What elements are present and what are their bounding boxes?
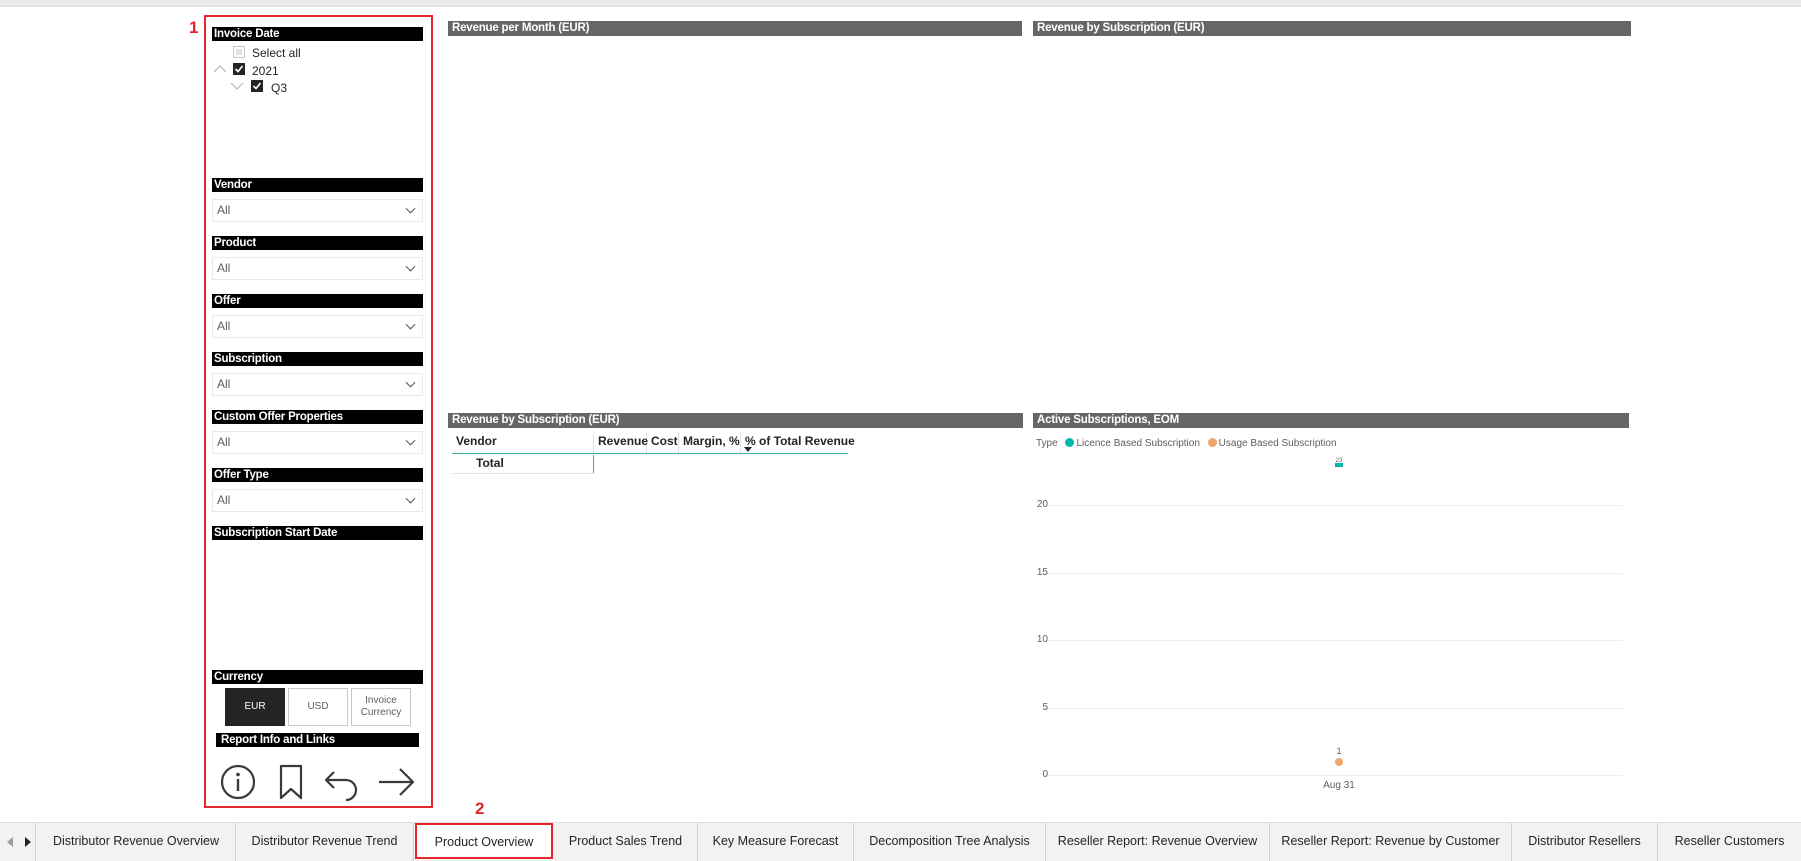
forward-icon[interactable]	[376, 762, 416, 802]
chevron-down-icon	[405, 265, 416, 272]
subscription-dropdown[interactable]: All	[212, 373, 423, 396]
chevron-down-icon	[405, 497, 416, 504]
column-header-vendor[interactable]: Vendor	[452, 431, 594, 453]
chart-legend: Type Licence Based Subscription Usage Ba…	[1036, 438, 1337, 449]
tab-reseller-customers[interactable]: Reseller Customers	[1658, 823, 1801, 861]
year-2021-label[interactable]: 2021	[252, 64, 279, 78]
total-row-label: Total	[476, 456, 504, 470]
total-row-divider	[593, 455, 594, 473]
info-icon[interactable]	[218, 762, 258, 802]
product-header: Product	[212, 236, 423, 250]
currency-eur-button[interactable]: EUR	[225, 688, 285, 726]
y-tick-label: 10	[1036, 634, 1048, 645]
product-value: All	[217, 261, 231, 275]
tab-scroll-right-icon[interactable]	[23, 836, 33, 848]
currency-usd-button[interactable]: USD	[288, 688, 348, 726]
tab-reseller-revenue-by-customer[interactable]: Reseller Report: Revenue by Customer	[1270, 823, 1512, 861]
tab-scroll-left-icon[interactable]	[5, 836, 15, 848]
offer-header: Offer	[212, 294, 423, 308]
subscription-start-date-header: Subscription Start Date	[212, 526, 423, 540]
y-tick-label: 15	[1036, 566, 1048, 578]
legend-item-licence[interactable]: Licence Based Subscription	[1076, 438, 1199, 449]
custom-offer-properties-value: All	[217, 435, 231, 449]
tab-decomposition-tree-analysis[interactable]: Decomposition Tree Analysis	[854, 823, 1046, 861]
tab-distributor-revenue-overview[interactable]: Distributor Revenue Overview	[37, 823, 236, 861]
tab-key-measure-forecast[interactable]: Key Measure Forecast	[698, 823, 854, 861]
offer-type-dropdown[interactable]: All	[212, 489, 423, 512]
revenue-by-subscription-header: Revenue by Subscription (EUR)	[1033, 21, 1631, 36]
callout-2: 2	[475, 799, 485, 818]
data-label-usage: 1	[1336, 745, 1342, 756]
q3-checkbox[interactable]	[251, 80, 263, 92]
data-label-licence: 23	[1335, 457, 1343, 464]
y-tick-label: 0	[1042, 769, 1048, 780]
column-header-revenue[interactable]: Revenue	[594, 431, 648, 453]
expand-q3-icon[interactable]	[230, 82, 244, 90]
bookmark-icon[interactable]	[271, 762, 311, 802]
callout-1: 1	[189, 18, 199, 37]
legend-item-usage[interactable]: Usage Based Subscription	[1219, 438, 1337, 449]
y-tick-label: 20	[1036, 499, 1048, 510]
total-row-underline	[452, 473, 594, 474]
tab-scroll-divider	[35, 823, 36, 861]
active-subscriptions-header: Active Subscriptions, EOM	[1033, 413, 1629, 428]
gridline	[1045, 775, 1623, 776]
sort-descending-icon[interactable]	[744, 447, 752, 452]
custom-offer-properties-dropdown[interactable]: All	[212, 431, 423, 454]
tab-distributor-revenue-trend[interactable]: Distributor Revenue Trend	[236, 823, 414, 861]
check-icon	[234, 65, 244, 73]
offer-type-value: All	[217, 493, 231, 507]
subscription-header: Subscription	[212, 352, 423, 366]
chevron-down-icon	[405, 323, 416, 330]
gridline	[1045, 640, 1623, 641]
subscription-value: All	[217, 377, 231, 391]
column-header-cost[interactable]: Cost	[647, 431, 679, 453]
gridline	[1045, 707, 1623, 709]
custom-offer-properties-header: Custom Offer Properties	[212, 410, 423, 424]
product-dropdown[interactable]: All	[212, 257, 423, 280]
legend-dot-usage	[1207, 438, 1217, 447]
table-header-underline	[452, 453, 848, 454]
collapse-2021-icon[interactable]	[213, 65, 227, 73]
x-tick-label: Aug 31	[1323, 780, 1355, 791]
select-all-label[interactable]: Select all	[252, 46, 301, 60]
currency-invoice-button[interactable]: Invoice Currency	[351, 688, 411, 726]
offer-type-header: Offer Type	[212, 468, 423, 482]
vendor-value: All	[217, 203, 231, 217]
chevron-down-icon	[405, 439, 416, 446]
tab-product-sales-trend[interactable]: Product Sales Trend	[554, 823, 698, 861]
column-header-margin[interactable]: Margin, %	[679, 431, 741, 453]
vendor-dropdown[interactable]: All	[212, 199, 423, 222]
select-all-checkbox[interactable]	[233, 46, 245, 58]
legend-title: Type	[1036, 438, 1058, 449]
offer-dropdown[interactable]: All	[212, 315, 423, 338]
column-header-pct-total-revenue[interactable]: % of Total Revenue	[741, 431, 855, 453]
check-icon	[252, 82, 262, 90]
data-point-usage[interactable]	[1335, 757, 1343, 766]
legend-dot-licence	[1065, 438, 1075, 447]
vendor-header: Vendor	[212, 178, 423, 192]
offer-value: All	[217, 319, 231, 333]
y-tick-label: 5	[1042, 701, 1048, 713]
q3-label[interactable]: Q3	[271, 81, 287, 95]
chevron-down-icon	[405, 207, 416, 214]
tab-product-overview[interactable]: Product Overview	[415, 823, 553, 859]
top-bar	[0, 0, 1801, 7]
gridline	[1045, 505, 1623, 506]
invoice-date-header: Invoice Date	[212, 27, 423, 41]
tab-reseller-revenue-overview[interactable]: Reseller Report: Revenue Overview	[1046, 823, 1270, 861]
gridline	[1045, 572, 1623, 574]
revenue-per-month-header: Revenue per Month (EUR)	[448, 21, 1022, 36]
report-info-header: Report Info and Links	[216, 733, 419, 747]
year-2021-checkbox[interactable]	[233, 63, 245, 75]
currency-header: Currency	[212, 670, 423, 684]
revenue-by-subscription-table-header: Revenue by Subscription (EUR)	[448, 413, 1023, 428]
tab-distributor-resellers[interactable]: Distributor Resellers	[1512, 823, 1658, 861]
chevron-down-icon	[405, 381, 416, 388]
back-icon[interactable]	[322, 762, 362, 802]
page-tab-bar: Distributor Revenue Overview Distributor…	[0, 822, 1801, 861]
